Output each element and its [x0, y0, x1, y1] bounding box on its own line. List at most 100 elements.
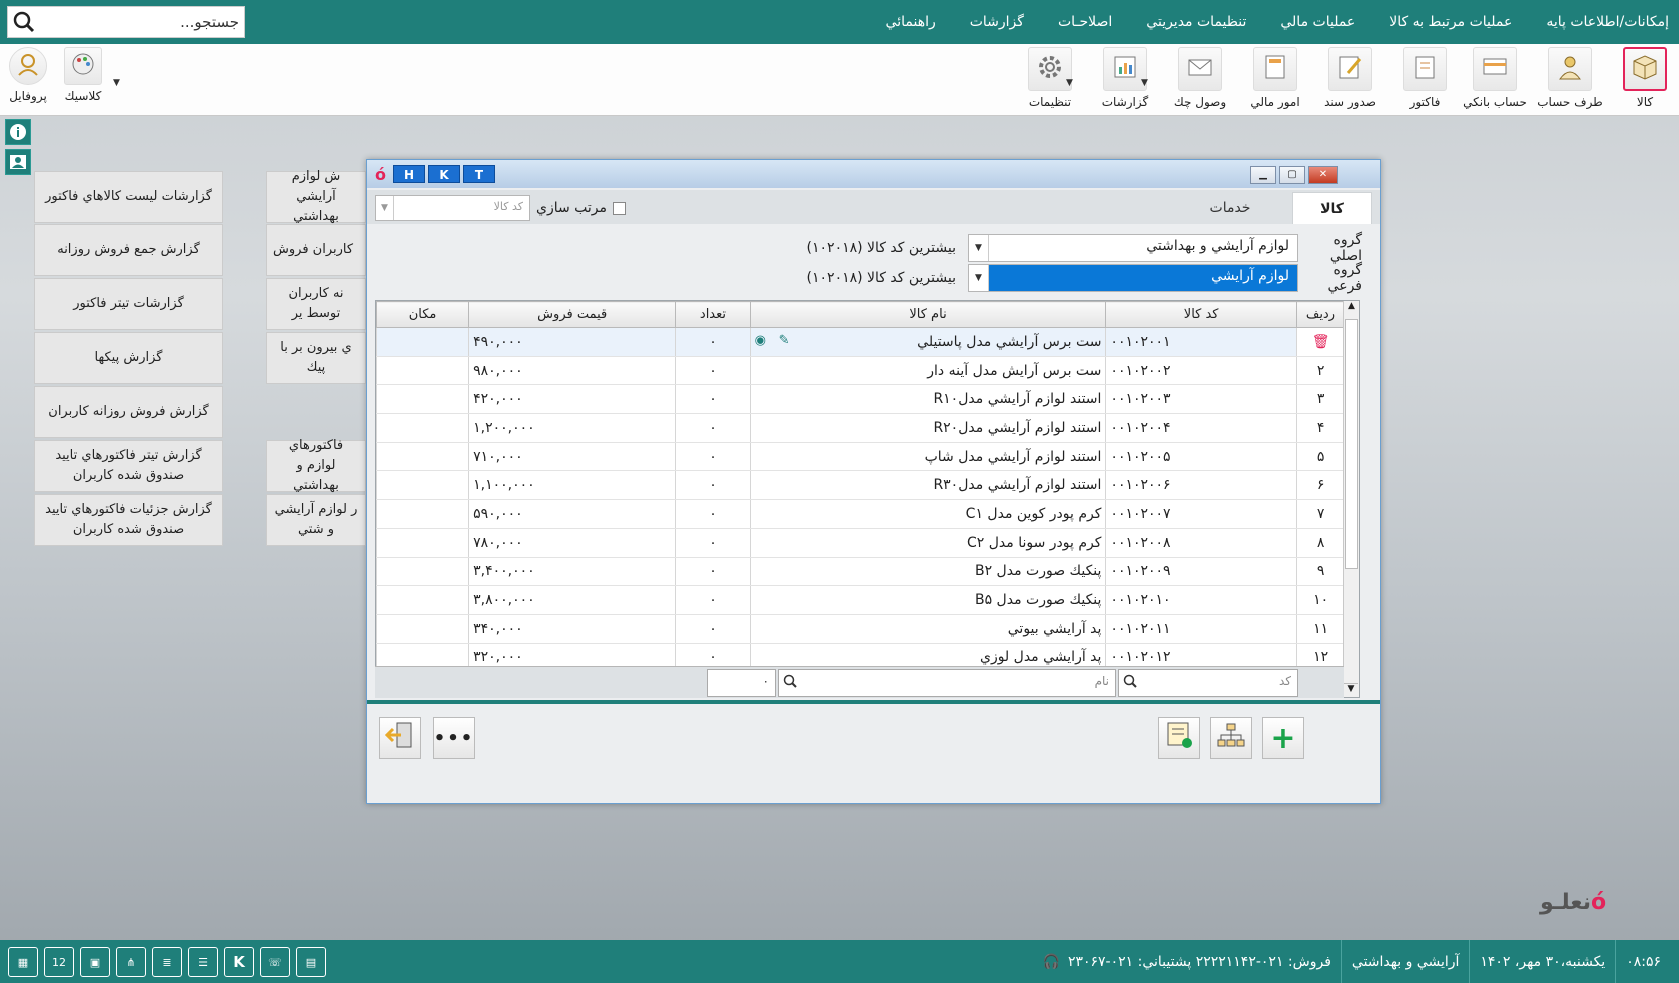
info-icon[interactable]	[5, 119, 31, 145]
sub-group-select[interactable]: لوازم آرايشي ▼	[968, 264, 1298, 292]
close-button[interactable]: ✕	[1308, 166, 1338, 184]
cell-row: ۲	[1295, 356, 1345, 386]
toolbar-check-collection-button[interactable]: وصول چك	[1165, 47, 1235, 109]
table-scrollbar[interactable]: ▲ ▼	[1343, 301, 1359, 697]
toolbar-profile-button[interactable]: پروفايل	[0, 47, 63, 103]
toolbar-reports-button[interactable]: گزارشات	[1090, 47, 1160, 109]
toolbar-kala-button[interactable]: كالا	[1610, 47, 1679, 109]
table-row[interactable]: ۳ ۰۰۱۰۲۰۰۳ استند لوازم آرايشي مدلR۱۰ ۰ ۴۲۰,۰…	[376, 384, 1345, 415]
table-row[interactable]: ۱۱ ۰۰۱۰۲۰۱۱ پد آرايشي بيوتي ۰ ۳۴۰,۰۰۰	[376, 614, 1345, 644]
report-users-by-button[interactable]: نه كاربران توسط ير	[266, 278, 366, 330]
menu-reports[interactable]: گزارشات	[970, 14, 1024, 30]
col-row[interactable]: رديف	[1295, 301, 1346, 328]
add-button[interactable]: +	[1262, 717, 1304, 759]
share-icon[interactable]: ⋔	[116, 947, 146, 977]
cell-code: ۰۰۱۰۲۰۰۴	[1105, 413, 1297, 443]
table-row[interactable]: ۸ ۰۰۱۰۲۰۰۸ كرم پودر سونا مدل C۲ ۰ ۷۸۰,۰۰۰	[376, 528, 1345, 558]
report-approved-invoice-details-button[interactable]: گزارش جزئيات فاكتورهاي تاييد صندوق شده ك…	[34, 494, 223, 546]
report-cosmetics-hygiene-button[interactable]: ر لوازم آرايشي و شتي	[266, 494, 366, 546]
report-couriers-button[interactable]: گزارش پيكها	[34, 332, 223, 384]
filter-count-field[interactable]: ۰	[707, 668, 776, 697]
scroll-thumb[interactable]	[1345, 319, 1358, 569]
cell-code: ۰۰۱۰۲۰۰۷	[1105, 499, 1297, 529]
toolbar-issue-document-button[interactable]: صدور سند	[1315, 47, 1385, 109]
tab-goods[interactable]: كالا	[1292, 192, 1372, 224]
report-users-daily-sales-button[interactable]: گزارش فروش روزانه كاربران	[34, 386, 223, 438]
settings-dropdown-icon[interactable]: ▼	[1066, 78, 1073, 88]
report-approved-invoice-titles-button[interactable]: گزارش تيتر فاكتورهاي تاييد صندوق شده كار…	[34, 440, 223, 492]
report-daily-sales-sum-button[interactable]: گزارش جمع فروش روزانه	[34, 224, 223, 276]
report-invoice-titles-button[interactable]: گزارشات تيتر فاكتور	[34, 278, 223, 330]
toolbar-settings-button[interactable]: تنظيمات	[1015, 47, 1085, 109]
table-row[interactable]: ۵ ۰۰۱۰۲۰۰۵ استند لوازم آرايشي مدل شاپ ۰ ۷۱۰,…	[376, 442, 1345, 472]
delete-icon[interactable]: 🗑	[1312, 334, 1330, 350]
search-input[interactable]	[44, 8, 239, 36]
calendar-grid-icon[interactable]: ▤	[296, 947, 326, 977]
col-code[interactable]: كد كالا	[1105, 301, 1297, 328]
col-location[interactable]: مكان	[376, 301, 470, 328]
report-users-sales-button[interactable]: كاربران فروش	[266, 224, 366, 276]
menu-corrections[interactable]: اصلاحـات	[1058, 14, 1112, 30]
table-row[interactable]: ۲ ۰۰۱۰۲۰۰۲ ست برس آرايش مدل آينه دار ۰ ۹۸۰,۰…	[376, 356, 1345, 386]
cell-name: پد آرايشي بيوتي	[749, 614, 1106, 644]
minimize-button[interactable]: ▁	[1250, 166, 1276, 184]
table-row[interactable]: ۴ ۰۰۱۰۲۰۰۴ استند لوازم آرايشي مدلR۲۰ ۰ ۱,۲۰۰…	[376, 413, 1345, 443]
main-group-select[interactable]: لوازم آرايشي و بهداشتي ▼	[968, 234, 1298, 262]
col-count[interactable]: تعداد	[675, 301, 751, 328]
table-row[interactable]: ۱۰ ۰۰۱۰۲۰۱۰ پنكيك صورت مدل B۵ ۰ ۳,۸۰۰,۰۰۰	[376, 585, 1345, 615]
hierarchy-button[interactable]	[1210, 717, 1252, 759]
table-row[interactable]: ۶ ۰۰۱۰۲۰۰۶ استند لوازم آرايشي مدلR۳۰ ۰ ۱,۱۰۰…	[376, 470, 1345, 501]
toolbar-account-party-button[interactable]: طرف حساب	[1535, 47, 1605, 109]
phone-icon[interactable]: ☏	[260, 947, 290, 977]
report-cosmetics-invoices-button[interactable]: فاكتورهاي لوازم و بهداشتي	[266, 438, 366, 493]
search-icon[interactable]	[8, 11, 40, 33]
edit-pencil-icon[interactable]: ✎	[779, 333, 790, 348]
status-shortcuts: ▦ 12 ▣ ⋔ ≣ ☰ K ☏ ▤	[8, 947, 326, 977]
maximize-button[interactable]: ▢	[1279, 166, 1305, 184]
user-card-icon[interactable]	[5, 149, 31, 175]
sort-checkbox[interactable]	[613, 201, 627, 215]
scroll-down-icon[interactable]: ▼	[1344, 683, 1358, 697]
report-takeout-courier-button[interactable]: ي بيرون بر با پيك	[266, 332, 366, 384]
menu-management-settings[interactable]: تنظيمات مديريتي	[1146, 14, 1246, 30]
table-row[interactable]: ۹ ۰۰۱۰۲۰۰۹ پنكيك صورت مدل B۲ ۰ ۳,۴۰۰,۰۰۰	[376, 557, 1345, 587]
menu-help[interactable]: راهنمائي	[886, 14, 936, 30]
exit-button[interactable]	[379, 717, 421, 759]
menu-base-info[interactable]: إمكانات/اطلاعات پايه	[1546, 14, 1669, 30]
list-icon[interactable]: ☰	[188, 947, 218, 977]
hotkey-k-button[interactable]: K	[428, 165, 460, 183]
hotkey-h-button[interactable]: H	[393, 165, 425, 183]
image-icon[interactable]: ▣	[80, 947, 110, 977]
tab-services[interactable]: خدمات	[1190, 192, 1270, 224]
toolbar-financial-affairs-button[interactable]: امور مالي	[1240, 47, 1310, 109]
filter-name-input[interactable]: نام	[778, 668, 1116, 697]
scroll-up-icon[interactable]: ▲	[1344, 301, 1359, 317]
goods-code-select[interactable]: ▼ كد كالا	[375, 195, 530, 221]
calendar-icon[interactable]: ▦	[8, 947, 38, 977]
hotkey-t-button[interactable]: T	[463, 165, 495, 183]
list-export-button[interactable]	[1158, 717, 1200, 759]
toolbar-bank-account-button[interactable]: حساب بانكي	[1460, 47, 1530, 109]
toolbar-invoice-button[interactable]: فاكتور	[1390, 47, 1460, 109]
menu-goods-ops[interactable]: عمليات مرتبط به كالا	[1389, 14, 1512, 30]
calendar-12-icon[interactable]: 12	[44, 947, 74, 977]
eye-icon[interactable]: ◉	[755, 333, 766, 348]
reports-dropdown-icon[interactable]: ▼	[1141, 78, 1148, 88]
report-cosmetics-sales-button[interactable]: ش لوازم آرايشي بهداشتي	[266, 169, 366, 224]
cell-name: ست برس آرايشي مدل پاستيلي ◉ ✎	[749, 327, 1106, 357]
classic-dropdown-icon[interactable]: ▼	[113, 78, 120, 88]
cell-price: ۳۴۰,۰۰۰	[468, 614, 676, 644]
cell-name: استند لوازم آرايشي مدلR۲۰	[749, 413, 1106, 443]
main-group-max-code: بيشترين كد كالا (۱۰۲۰۱۸)	[806, 240, 956, 256]
table-row[interactable]: 🗑 ۰۰۱۰۲۰۰۱ ست برس آرايشي مدل پاستيلي ◉ ✎ ۰ ۴۹۰…	[376, 327, 1345, 357]
col-name[interactable]: نام كالا	[749, 301, 1107, 328]
report-invoice-goods-list-button[interactable]: گزارشات ليست كالاهاي فاكتور	[34, 171, 223, 223]
more-button[interactable]: •••	[433, 717, 475, 759]
filter-code-input[interactable]: كد	[1118, 668, 1298, 697]
k-icon[interactable]: K	[224, 947, 254, 977]
col-price[interactable]: قيمت فروش	[468, 301, 677, 328]
note-icon[interactable]: ≣	[152, 947, 182, 977]
table-row[interactable]: ۷ ۰۰۱۰۲۰۰۷ كرم پودر كوين مدل C۱ ۰ ۵۹۰,۰۰۰	[376, 499, 1345, 529]
status-contact: فروش: ۰۲۱-۲۲۲۲۱۱۴۲ پشتيباني: ۰۲۱-۲۳۰۶۷ 🎧	[1042, 953, 1331, 970]
menu-financial-ops[interactable]: عمليات مالي	[1280, 14, 1355, 30]
